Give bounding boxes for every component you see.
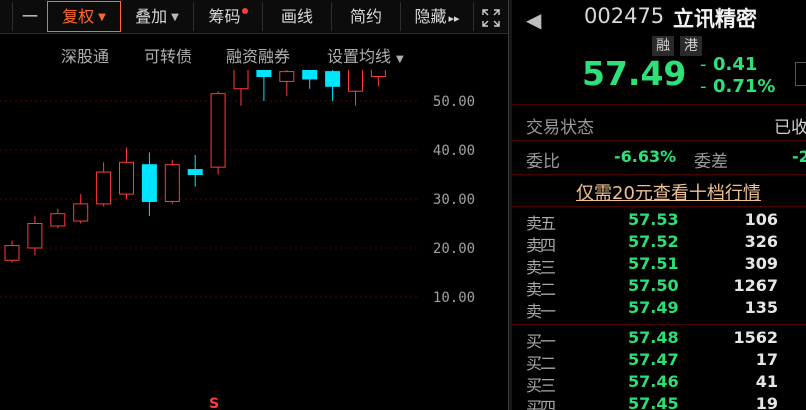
toolbar-item-hide[interactable]: 隐藏 ▸▸: [401, 2, 474, 31]
candle-body: [325, 71, 341, 87]
y-tick-label: 10.00: [433, 290, 475, 306]
order-diff-value: -2: [792, 147, 806, 166]
ask-row[interactable]: 卖一 57.49 135: [512, 298, 806, 321]
toolbar-edge: [0, 2, 13, 31]
candle-body: [370, 70, 386, 77]
bid-row[interactable]: 买二 57.47 17: [512, 350, 806, 373]
bid-row[interactable]: 买四 57.45 19: [512, 394, 806, 410]
stock-name: 立讯精密: [673, 7, 757, 31]
panel-toggle-button[interactable]: [795, 62, 806, 86]
toolbar-item-fuquan[interactable]: 复权 ▼: [47, 1, 121, 32]
candle-body: [27, 223, 43, 249]
pct-change-sign: -: [700, 76, 707, 97]
indicator-bar: 深股通 可转债 融资融券 设置均线 ▼: [0, 34, 508, 70]
fullscreen-button[interactable]: [474, 2, 508, 31]
pct-change: 0.71%: [713, 76, 776, 97]
y-tick-label: 30.00: [433, 192, 475, 208]
candle-body: [256, 70, 272, 77]
candle-body: [279, 71, 295, 82]
bid-row[interactable]: 买三 57.46 41: [512, 372, 806, 395]
candle-body: [73, 203, 89, 222]
link-shenzhen-connect[interactable]: 深股通: [61, 43, 109, 67]
candle-body: [302, 70, 318, 80]
y-tick-label: 20.00: [433, 241, 475, 257]
notification-dot-icon: [241, 8, 248, 14]
candle-body: [4, 245, 20, 261]
last-price: 57.49: [582, 54, 687, 93]
stock-code: 002475: [584, 4, 665, 28]
price-change: 0.41: [713, 54, 758, 75]
link-margin-trading[interactable]: 融资融券: [226, 43, 290, 67]
candlestick-chart[interactable]: 60.0050.0040.0030.0020.0010.0063.88S: [0, 70, 508, 410]
prev-stock-arrow-icon[interactable]: ◀: [526, 8, 541, 32]
candle-body: [348, 70, 363, 92]
candle-body: [141, 164, 157, 202]
stock-header: ◀ 002475 立讯精密 融 港 57.49 - 0.41 - 0.71%: [512, 0, 806, 105]
promo-row: 仅需20元查看十档行情: [512, 175, 806, 207]
ask-row[interactable]: 卖四 57.52 326: [512, 232, 806, 255]
toolbar-item-chips[interactable]: 筹码: [194, 2, 263, 31]
ask-row[interactable]: 卖三 57.51 309: [512, 254, 806, 277]
toolbar-item-draw[interactable]: 画线: [263, 2, 332, 31]
y-tick-label: 40.00: [433, 143, 475, 159]
trade-status-row: 交易状态 已收: [512, 105, 806, 141]
event-marker: S: [209, 396, 219, 410]
candle-body: [233, 70, 249, 90]
price-change-sign: -: [700, 54, 707, 75]
candle-body: [50, 213, 66, 227]
order-diff-label: 委差: [694, 152, 728, 172]
candle-body: [96, 171, 112, 205]
ma-settings-dropdown[interactable]: 设置均线 ▼: [327, 43, 404, 67]
bid-row[interactable]: 买一 57.48 1562: [512, 328, 806, 351]
candle-body: [164, 164, 180, 202]
candle-body: [187, 169, 203, 175]
candle-body: [210, 93, 226, 168]
chevron-down-icon: ▼: [98, 12, 106, 23]
trade-status-label: 交易状态: [526, 118, 594, 138]
trade-status-value: 已收: [774, 118, 806, 138]
order-ratio-label: 委比: [526, 152, 560, 172]
hk-connect-tag: 港: [680, 36, 702, 56]
margin-tag: 融: [652, 36, 674, 56]
toolbar-item-line[interactable]: 一: [13, 2, 48, 31]
upgrade-level2-link[interactable]: 仅需20元查看十档行情: [576, 179, 761, 205]
chart-toolbar: 一 复权 ▼ 叠加 ▼ 筹码 画线 简约 隐藏 ▸▸: [0, 0, 508, 34]
y-tick-label: 50.00: [433, 94, 475, 110]
ask-book: 卖五 57.53 106 卖四 57.52 326 卖三 57.51 309 卖二 57.50…: [512, 208, 806, 325]
toolbar-item-simple[interactable]: 简约: [332, 2, 401, 31]
order-ratio-value: -6.63%: [614, 147, 677, 166]
chevron-down-icon: ▼: [171, 12, 179, 23]
chevron-down-icon: ▼: [396, 54, 404, 65]
bid-book: 买一 57.48 1562 买二 57.47 17 买三 57.46 41 买四 57.45 1…: [512, 326, 806, 410]
link-convertible-bond[interactable]: 可转债: [144, 43, 192, 67]
order-ratio-row: 委比 -6.63% 委差 -2: [512, 141, 806, 175]
quote-panel: ◀ 002475 立讯精密 融 港 57.49 - 0.41 - 0.71% 交…: [512, 0, 806, 410]
candle-body: [119, 161, 134, 195]
ask-row[interactable]: 卖五 57.53 106: [512, 210, 806, 233]
fullscreen-icon: [482, 8, 500, 27]
ask-row[interactable]: 卖二 57.50 1267: [512, 276, 806, 299]
double-arrow-right-icon: ▸▸: [448, 12, 460, 25]
toolbar-item-overlay[interactable]: 叠加 ▼: [121, 2, 194, 31]
